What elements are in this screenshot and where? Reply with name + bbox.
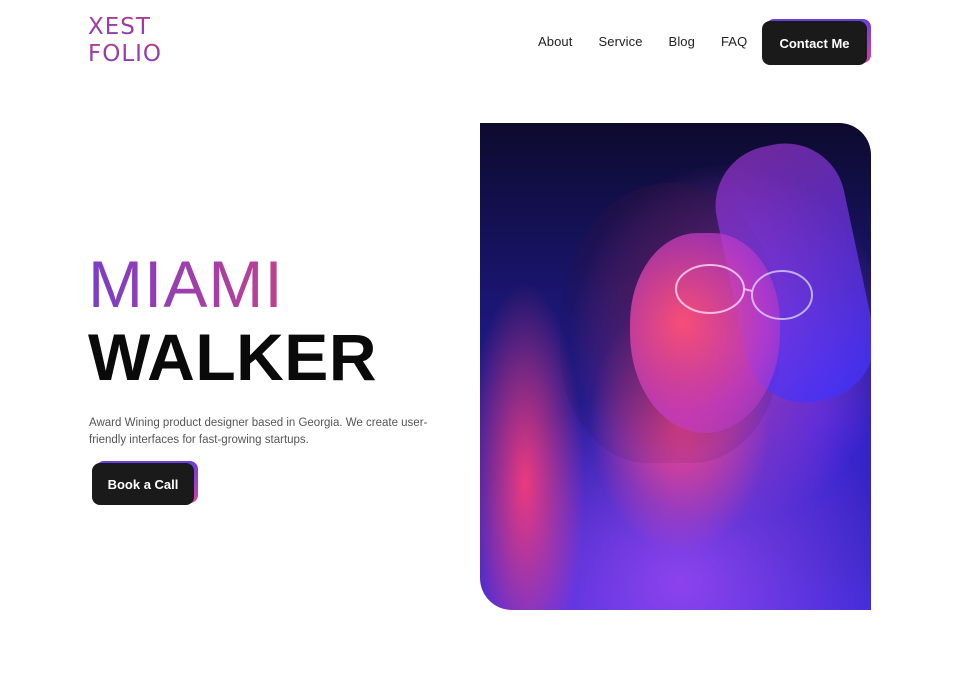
portrait-photo <box>480 123 871 610</box>
contact-button-wrapper: Contact Me <box>762 19 871 65</box>
photo-glasses-shape <box>675 264 813 320</box>
book-a-call-button[interactable]: Book a Call <box>92 463 194 505</box>
nav-blog[interactable]: Blog <box>669 34 695 49</box>
nav-faq[interactable]: FAQ <box>721 34 747 49</box>
hero-description: Award Wining product designer based in G… <box>89 417 428 446</box>
nav-service[interactable]: Service <box>598 34 642 49</box>
hero-first-name: MIAMI <box>88 247 284 321</box>
logo-line-2: FOLIO <box>88 41 168 68</box>
contact-me-button[interactable]: Contact Me <box>762 21 867 65</box>
logo[interactable]: XEST FOLIO <box>88 14 168 68</box>
main-nav: About Service Blog FAQ <box>538 34 747 49</box>
nav-about[interactable]: About <box>538 34 572 49</box>
book-call-button-wrapper: Book a Call <box>92 461 198 505</box>
hero-last-name: WALKER <box>88 320 377 394</box>
logo-line-1: XEST <box>88 14 168 41</box>
